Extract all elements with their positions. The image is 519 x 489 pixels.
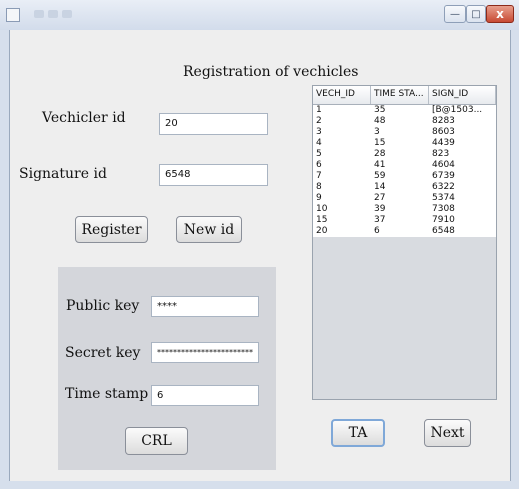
quick-access-icon — [34, 10, 44, 18]
quick-access-icon — [48, 10, 58, 18]
cell-vech-id: 5 — [316, 149, 322, 159]
secret-key-label: Secret key — [65, 345, 141, 361]
minimize-button[interactable]: — — [444, 5, 466, 23]
table-row[interactable]: 15 37 7910 — [313, 215, 496, 226]
cell-time-stamp: 59 — [374, 171, 386, 181]
cell-vech-id: 9 — [316, 193, 322, 203]
cell-sign-id: 4604 — [432, 160, 455, 170]
quick-access-icon — [62, 10, 72, 18]
next-button[interactable]: Next — [424, 419, 471, 447]
maximize-button[interactable]: □ — [466, 5, 486, 23]
vehicle-id-label: Vechicler id — [42, 110, 126, 126]
cell-sign-id: [B@1503... — [432, 105, 483, 115]
cell-time-stamp: 14 — [374, 182, 386, 192]
table-row[interactable]: 8 14 6322 — [313, 182, 496, 193]
cell-vech-id: 15 — [316, 215, 328, 225]
cell-sign-id: 6322 — [432, 182, 455, 192]
cell-sign-id: 5374 — [432, 193, 455, 203]
window-frame-left — [0, 30, 9, 489]
column-header-sign-id[interactable]: SIGN_ID — [429, 86, 496, 104]
cell-vech-id: 1 — [316, 105, 322, 115]
cell-time-stamp: 28 — [374, 149, 386, 159]
cell-time-stamp: 6 — [374, 226, 380, 236]
time-stamp-label: Time stamp — [65, 386, 149, 402]
cell-time-stamp: 27 — [374, 193, 386, 203]
cell-time-stamp: 39 — [374, 204, 386, 214]
cell-time-stamp: 35 — [374, 105, 386, 115]
cell-time-stamp: 15 — [374, 138, 386, 148]
table-row[interactable]: 10 39 7308 — [313, 204, 496, 215]
table-row[interactable]: 6 41 4604 — [313, 160, 496, 171]
cell-sign-id: 823 — [432, 149, 450, 159]
column-header-vech-id[interactable]: VECH_ID — [313, 86, 371, 104]
cell-sign-id: 6739 — [432, 171, 455, 181]
table-row[interactable]: 7 59 6739 — [313, 171, 496, 182]
cell-vech-id: 3 — [316, 127, 322, 137]
window-frame-bottom — [0, 481, 519, 489]
secret-key-field[interactable]: ************************ — [151, 342, 259, 363]
crl-button[interactable]: CRL — [125, 427, 188, 455]
cell-time-stamp: 48 — [374, 116, 386, 126]
cell-sign-id: 8603 — [432, 127, 455, 137]
cell-vech-id: 4 — [316, 138, 322, 148]
cell-sign-id: 7910 — [432, 215, 455, 225]
page-title: Registration of vechicles — [183, 64, 359, 80]
java-app-icon[interactable] — [6, 8, 20, 22]
close-button[interactable]: x — [486, 5, 514, 23]
table-row[interactable]: 2 48 8283 — [313, 116, 496, 127]
cell-sign-id: 7308 — [432, 204, 455, 214]
cell-time-stamp: 41 — [374, 160, 386, 170]
table-body: 1 35 [B@1503... 2 48 8283 3 3 8603 4 15 4439 5 28 823 6… — [313, 105, 496, 237]
cell-vech-id: 6 — [316, 160, 322, 170]
cell-vech-id: 7 — [316, 171, 322, 181]
cell-sign-id: 4439 — [432, 138, 455, 148]
cell-time-stamp: 37 — [374, 215, 386, 225]
signature-id-field[interactable]: 6548 — [159, 164, 268, 186]
cell-sign-id: 6548 — [432, 226, 455, 236]
new-id-button[interactable]: New id — [176, 216, 242, 243]
table-row[interactable]: 4 15 4439 — [313, 138, 496, 149]
table-row[interactable]: 3 3 8603 — [313, 127, 496, 138]
cell-vech-id: 2 — [316, 116, 322, 126]
table-row[interactable]: 9 27 5374 — [313, 193, 496, 204]
cell-vech-id: 10 — [316, 204, 328, 214]
vehicle-table[interactable]: VECH_ID TIME STA... SIGN_ID 1 35 [B@1503..… — [312, 85, 497, 400]
cell-vech-id: 20 — [316, 226, 328, 236]
ta-button[interactable]: TA — [331, 419, 385, 447]
public-key-field[interactable]: **** — [151, 296, 259, 317]
cell-vech-id: 8 — [316, 182, 322, 192]
register-button[interactable]: Register — [75, 216, 148, 243]
signature-id-label: Signature id — [19, 166, 107, 182]
table-row[interactable]: 20 6 6548 — [313, 226, 496, 237]
table-header: VECH_ID TIME STA... SIGN_ID — [313, 86, 496, 105]
window-frame-right — [511, 30, 519, 489]
vehicle-id-field[interactable]: 20 — [159, 113, 268, 135]
time-stamp-field[interactable]: 6 — [151, 385, 259, 406]
cell-time-stamp: 3 — [374, 127, 380, 137]
table-row[interactable]: 5 28 823 — [313, 149, 496, 160]
column-header-time-stamp[interactable]: TIME STA... — [371, 86, 429, 104]
public-key-label: Public key — [66, 298, 140, 314]
cell-sign-id: 8283 — [432, 116, 455, 126]
table-row[interactable]: 1 35 [B@1503... — [313, 105, 496, 116]
window-titlebar: — □ x — [0, 0, 519, 30]
